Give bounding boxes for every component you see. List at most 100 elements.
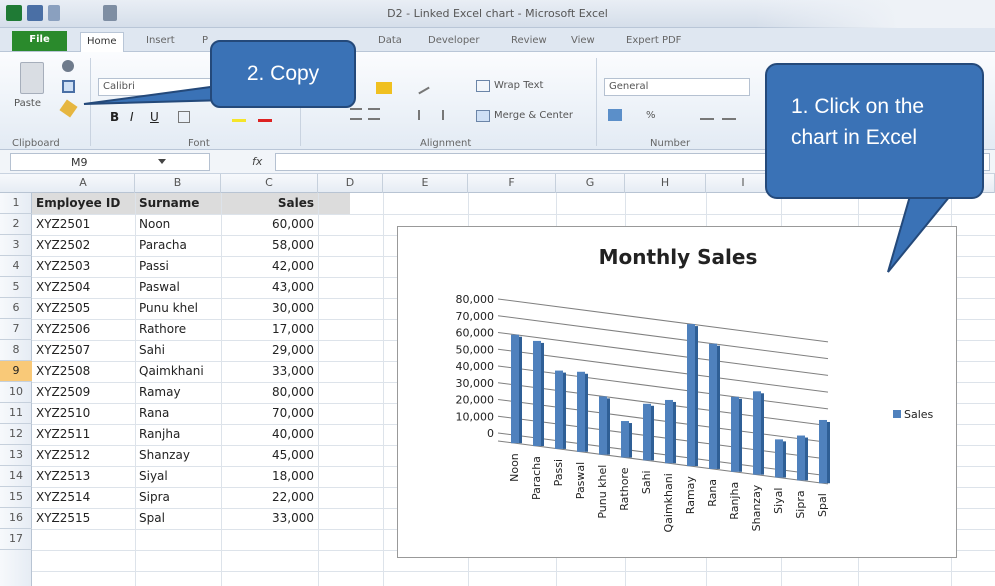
- table-cell[interactable]: 43,000: [221, 277, 318, 298]
- column-header-f[interactable]: F: [468, 174, 556, 193]
- row-header-2[interactable]: 2: [0, 214, 32, 235]
- tab-data[interactable]: Data: [372, 32, 408, 52]
- table-cell[interactable]: XYZ2508: [32, 361, 135, 382]
- merge-center-button[interactable]: Merge & Center: [494, 110, 573, 121]
- table-cell[interactable]: XYZ2514: [32, 487, 135, 508]
- italic-button[interactable]: I: [130, 110, 134, 124]
- row-header-12[interactable]: 12: [0, 424, 32, 445]
- table-cell[interactable]: Punu khel: [135, 298, 221, 319]
- format-painter-icon[interactable]: [59, 99, 78, 118]
- table-cell[interactable]: Rathore: [135, 319, 221, 340]
- row-header-1[interactable]: 1: [0, 193, 32, 214]
- tab-review[interactable]: Review: [505, 32, 553, 52]
- tab-developer[interactable]: Developer: [422, 32, 485, 52]
- table-cell[interactable]: 29,000: [221, 340, 318, 361]
- row-header-13[interactable]: 13: [0, 445, 32, 466]
- column-header-a[interactable]: A: [32, 174, 135, 193]
- column-header-b[interactable]: B: [135, 174, 221, 193]
- row-header-11[interactable]: 11: [0, 403, 32, 424]
- cut-icon[interactable]: [62, 60, 74, 72]
- header-cell[interactable]: Employee ID: [32, 193, 135, 214]
- table-cell[interactable]: XYZ2504: [32, 277, 135, 298]
- table-cell[interactable]: 30,000: [221, 298, 318, 319]
- table-cell[interactable]: Ramay: [135, 382, 221, 403]
- table-cell[interactable]: XYZ2503: [32, 256, 135, 277]
- table-cell[interactable]: Siyal: [135, 466, 221, 487]
- tab-home[interactable]: Home: [80, 32, 124, 52]
- row-header-7[interactable]: 7: [0, 319, 32, 340]
- column-header-h[interactable]: H: [625, 174, 706, 193]
- table-cell[interactable]: 70,000: [221, 403, 318, 424]
- table-cell[interactable]: XYZ2515: [32, 508, 135, 529]
- table-cell[interactable]: 60,000: [221, 214, 318, 235]
- table-cell[interactable]: XYZ2513: [32, 466, 135, 487]
- increase-decimal-icon[interactable]: [700, 110, 714, 120]
- percent-button[interactable]: %: [646, 110, 656, 121]
- table-cell[interactable]: Paracha: [135, 235, 221, 256]
- table-cell[interactable]: 40,000: [221, 424, 318, 445]
- column-header-d[interactable]: D: [318, 174, 383, 193]
- table-cell[interactable]: 17,000: [221, 319, 318, 340]
- header-cell[interactable]: Surname: [135, 193, 221, 214]
- table-cell[interactable]: XYZ2511: [32, 424, 135, 445]
- table-cell[interactable]: XYZ2505: [32, 298, 135, 319]
- paste-button[interactable]: Paste: [14, 62, 54, 122]
- table-cell[interactable]: 45,000: [221, 445, 318, 466]
- indent-icon[interactable]: [418, 110, 444, 120]
- row-header-10[interactable]: 10: [0, 382, 32, 403]
- bold-button[interactable]: B: [110, 110, 119, 124]
- name-box-dropdown-icon[interactable]: [158, 159, 166, 164]
- wrap-text-button[interactable]: Wrap Text: [494, 80, 543, 91]
- table-cell[interactable]: XYZ2502: [32, 235, 135, 256]
- table-cell[interactable]: Passi: [135, 256, 221, 277]
- row-header-4[interactable]: 4: [0, 256, 32, 277]
- row-header-3[interactable]: 3: [0, 235, 32, 256]
- embedded-chart[interactable]: Monthly Sales 80,000 70,000 60,000 50,000 40…: [397, 226, 957, 558]
- row-header-6[interactable]: 6: [0, 298, 32, 319]
- table-cell[interactable]: Sipra: [135, 487, 221, 508]
- table-cell[interactable]: Rana: [135, 403, 221, 424]
- table-cell[interactable]: 58,000: [221, 235, 318, 256]
- tab-file[interactable]: File: [12, 31, 67, 51]
- insert-function-button[interactable]: fx: [252, 155, 262, 168]
- table-cell[interactable]: XYZ2506: [32, 319, 135, 340]
- align-center-icon[interactable]: [368, 108, 380, 120]
- tab-view[interactable]: View: [565, 32, 601, 52]
- font-name-select[interactable]: Calibri: [98, 78, 216, 96]
- number-format-select[interactable]: General: [604, 78, 750, 96]
- decrease-decimal-icon[interactable]: [722, 110, 736, 120]
- row-header-15[interactable]: 15: [0, 487, 32, 508]
- column-header-e[interactable]: E: [383, 174, 468, 193]
- table-cell[interactable]: 42,000: [221, 256, 318, 277]
- borders-icon[interactable]: [178, 111, 190, 123]
- name-box[interactable]: M9: [10, 153, 210, 171]
- table-cell[interactable]: XYZ2512: [32, 445, 135, 466]
- table-cell[interactable]: Noon: [135, 214, 221, 235]
- table-cell[interactable]: 18,000: [221, 466, 318, 487]
- tab-expert-pdf[interactable]: Expert PDF: [620, 32, 687, 52]
- table-cell[interactable]: XYZ2509: [32, 382, 135, 403]
- font-color-icon[interactable]: [258, 110, 272, 122]
- row-header-9[interactable]: 9: [0, 361, 32, 382]
- table-cell[interactable]: Sahi: [135, 340, 221, 361]
- table-cell[interactable]: Ranjha: [135, 424, 221, 445]
- table-cell[interactable]: XYZ2510: [32, 403, 135, 424]
- table-cell[interactable]: 22,000: [221, 487, 318, 508]
- table-cell[interactable]: Shanzay: [135, 445, 221, 466]
- header-cell[interactable]: Sales: [221, 193, 318, 214]
- fill-color-icon[interactable]: [232, 110, 246, 122]
- row-header-8[interactable]: 8: [0, 340, 32, 361]
- table-cell[interactable]: Paswal: [135, 277, 221, 298]
- column-header-c[interactable]: C: [221, 174, 318, 193]
- table-cell[interactable]: 33,000: [221, 508, 318, 529]
- column-header-g[interactable]: G: [556, 174, 625, 193]
- underline-button[interactable]: U: [150, 110, 159, 124]
- orientation-icon[interactable]: [414, 79, 430, 95]
- tab-insert[interactable]: Insert: [140, 32, 181, 52]
- align-left-icon[interactable]: [350, 108, 362, 120]
- fill-highlight-icon[interactable]: [376, 82, 392, 94]
- table-cell[interactable]: XYZ2507: [32, 340, 135, 361]
- table-cell[interactable]: Spal: [135, 508, 221, 529]
- table-cell[interactable]: XYZ2501: [32, 214, 135, 235]
- table-cell[interactable]: 80,000: [221, 382, 318, 403]
